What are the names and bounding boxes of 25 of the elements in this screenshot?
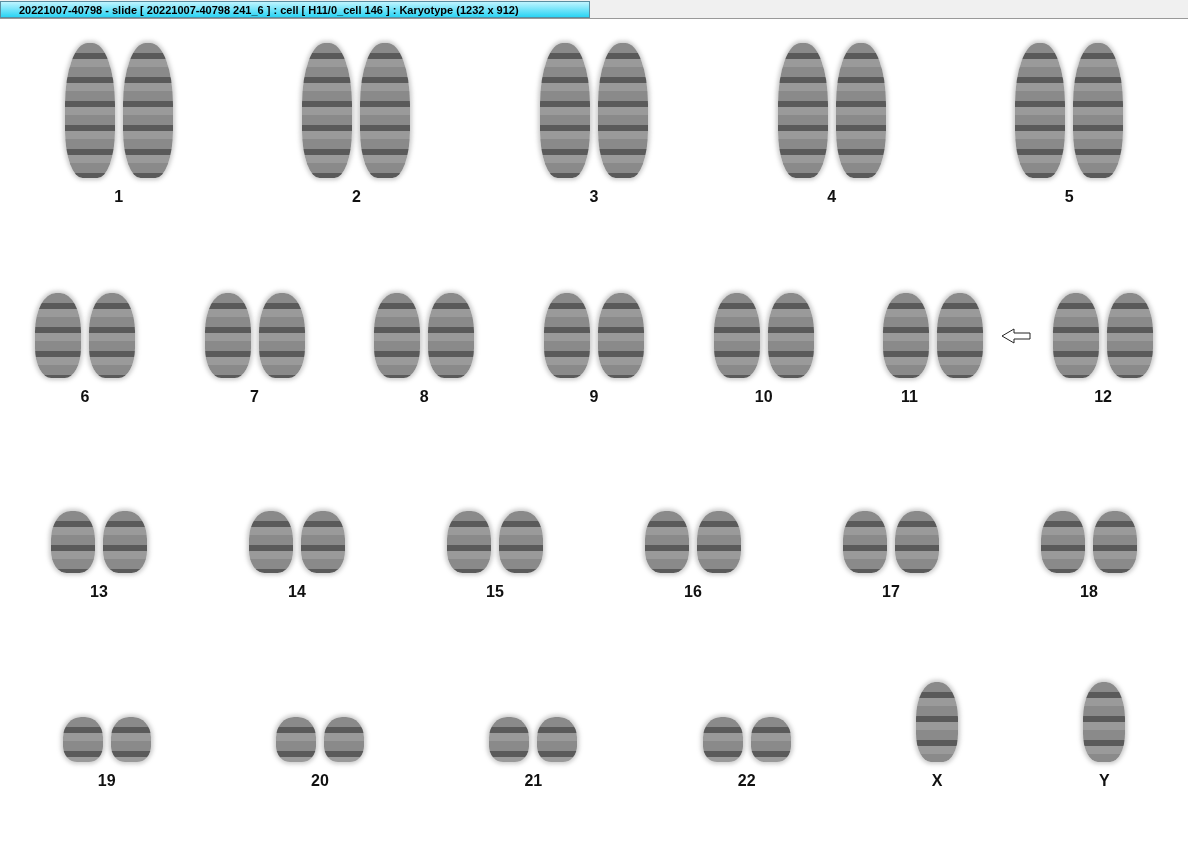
window-title: 20221007-40798 - slide [ 20221007-40798 241_6 ] : cell [ H11/0_cell 146 ] : Karyotype (1232 x 912) [0,1,590,18]
chromosome-label: 3 [589,188,599,206]
chromosome-label: 10 [754,388,773,406]
chromosome-label: 16 [684,583,702,601]
chromosome-label: 6 [80,388,90,406]
chromosome-label: 5 [1064,188,1074,206]
chromosome-label: 18 [1080,583,1098,601]
chromosome-label: X [931,772,943,790]
chromosome-label: 4 [827,188,837,206]
chromosome-label: 19 [97,772,116,790]
chromosome-label: 22 [737,772,756,790]
chromosome-label: 12 [1094,388,1112,406]
chromosome-label: 14 [288,583,306,601]
chromosome-label: 2 [351,188,361,206]
chromosome-label: 15 [486,583,504,601]
chromosome-label: 1 [114,188,124,206]
chromosome-label: Y [1098,772,1110,790]
chromosome-label: 7 [250,388,259,406]
chromosome-label: 17 [882,583,900,601]
chromosome-label: 21 [524,772,543,790]
chromosome-label: 20 [311,772,329,790]
chromosome-label: 8 [419,388,429,406]
chromosome-label: 13 [90,583,108,601]
chromosome-label: 11 [900,388,918,406]
chromosome-label: 9 [589,388,599,406]
